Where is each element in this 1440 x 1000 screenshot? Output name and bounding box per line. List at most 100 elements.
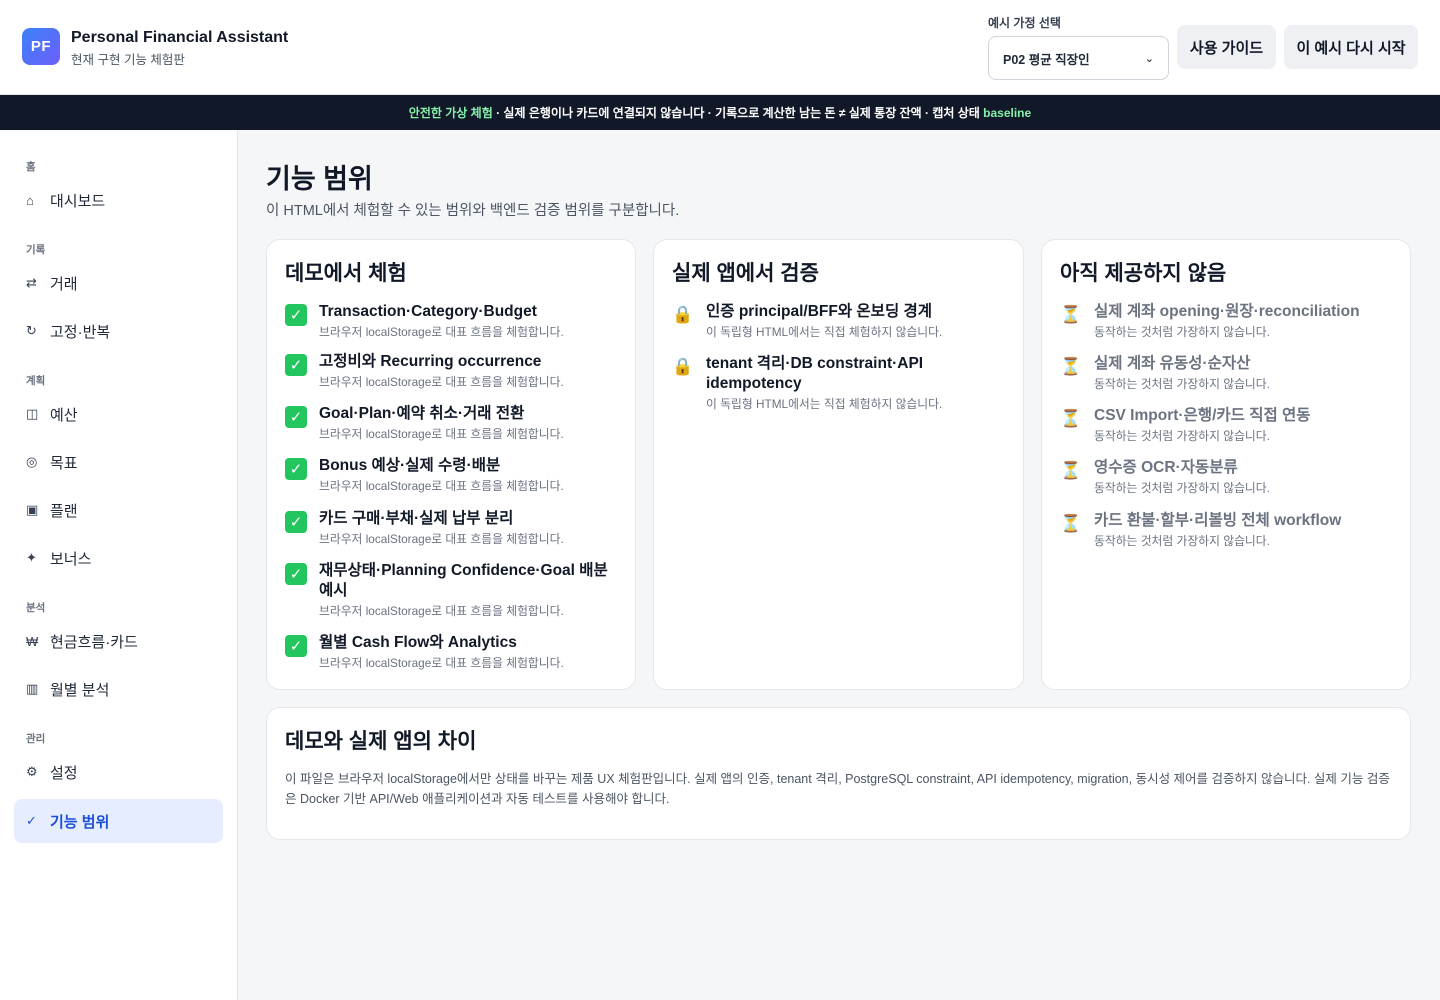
card-title: 데모에서 체험 xyxy=(285,262,407,285)
chevron-down-icon: ⌄ xyxy=(1144,52,1154,65)
app-logo: PF xyxy=(22,28,60,65)
guide-button[interactable]: 사용 가이드 xyxy=(1177,25,1276,69)
hourglass-icon: ⏳ xyxy=(1060,305,1082,324)
sidebar-item-label: 거래 xyxy=(50,275,78,293)
sidebar-item-goals[interactable]: ◎ 목표 xyxy=(14,440,223,484)
bar-chart-icon: ▥ xyxy=(26,681,39,696)
feature-title: 월별 Cash Flow와 Analytics xyxy=(319,634,517,651)
list-item: ✓ 고정비와 Recurring occurrence 브라우저 localSt… xyxy=(285,352,617,390)
sidebar-item-label: 예산 xyxy=(50,406,78,424)
diff-description: 이 파일은 브라우저 localStorage에서만 상태를 바꾸는 제품 UX… xyxy=(285,772,1390,806)
sidebar-item-budget[interactable]: ◫ 예산 xyxy=(14,392,223,436)
real-app-scope-card: 실제 앱에서 검증 🔒 인증 principal/BFF와 온보딩 경계 이 독… xyxy=(653,239,1024,690)
feature-title: tenant 격리·DB constraint·API idempotency xyxy=(706,355,924,392)
sidebar-item-recurring[interactable]: ↻ 고정·반복 xyxy=(14,309,223,353)
sidebar-item-monthly-analysis[interactable]: ▥ 월별 분석 xyxy=(14,667,223,711)
demo-scope-card: 데모에서 체험 ✓ Transaction·Category·Budget 브라… xyxy=(266,239,636,690)
sparkle-icon: ✦ xyxy=(26,550,37,565)
won-icon: ₩ xyxy=(26,633,39,649)
sidebar-item-label: 플랜 xyxy=(50,502,78,520)
feature-description: 브라우저 localStorage로 대표 흐름을 체험합니다. xyxy=(319,375,564,389)
feature-title: 실제 계좌 유동성·순자산 xyxy=(1094,355,1251,372)
hourglass-icon: ⏳ xyxy=(1060,409,1082,428)
persona-label: 예시 가정 선택 xyxy=(988,16,1061,30)
check-mark-icon: ✓ xyxy=(285,406,307,428)
feature-title: Transaction·Category·Budget xyxy=(319,303,537,320)
list-item: ⏳ 카드 환불·할부·리볼빙 전체 workflow 동작하는 것처럼 가장하지… xyxy=(1060,511,1392,549)
repeat-icon: ↻ xyxy=(26,323,37,338)
sidebar-item-dashboard[interactable]: ⌂ 대시보드 xyxy=(14,178,223,222)
feature-title: 실제 계좌 opening·원장·reconciliation xyxy=(1094,303,1360,320)
card-title: 실제 앱에서 검증 xyxy=(672,262,819,285)
sidebar-item-label: 기능 범위 xyxy=(50,813,110,831)
feature-title: CSV Import·은행/카드 직접 연동 xyxy=(1094,407,1311,424)
feature-title: 재무상태·Planning Confidence·Goal 배분 예시 xyxy=(319,562,608,599)
sidebar-item-settings[interactable]: ⚙ 설정 xyxy=(14,750,223,794)
sidebar-item-label: 현금흐름·카드 xyxy=(50,633,138,651)
sidebar-item-label: 대시보드 xyxy=(50,192,106,210)
feature-description: 브라우저 localStorage로 대표 흐름을 체험합니다. xyxy=(319,427,564,441)
sidebar-item-feature-scope[interactable]: ✓ 기능 범위 xyxy=(14,799,223,843)
feature-title: Goal·Plan·예약 취소·거래 전환 xyxy=(319,405,525,422)
persona-select[interactable]: P02 평균 직장인 ⌄ xyxy=(988,36,1169,80)
gear-icon: ⚙ xyxy=(26,764,38,779)
page-description: 이 HTML에서 체험할 수 있는 범위와 백엔드 검증 범위를 구분합니다. xyxy=(266,203,680,219)
check-mark-icon: ✓ xyxy=(285,511,307,533)
top-bar: PF Personal Financial Assistant 현재 구현 기능… xyxy=(0,0,1440,95)
sidebar-item-cashflow-card[interactable]: ₩ 현금흐름·카드 xyxy=(14,619,223,663)
sidebar-section-home: 홈 xyxy=(26,161,36,173)
feature-description: 브라우저 localStorage로 대표 흐름을 체험합니다. xyxy=(319,656,564,670)
list-item: ⏳ 영수증 OCR·자동분류 동작하는 것처럼 가장하지 않습니다. xyxy=(1060,458,1392,496)
feature-description: 동작하는 것처럼 가장하지 않습니다. xyxy=(1094,377,1270,391)
card-title: 아직 제공하지 않음 xyxy=(1060,262,1227,285)
feature-description: 동작하는 것처럼 가장하지 않습니다. xyxy=(1094,325,1270,339)
plan-icon: ▣ xyxy=(26,502,39,517)
feature-description: 브라우저 localStorage로 대표 흐름을 체험합니다. xyxy=(319,325,564,339)
demo-vs-real-card: 데모와 실제 앱의 차이 이 파일은 브라우저 localStorage에서만 … xyxy=(266,707,1411,840)
sidebar-section-manage: 관리 xyxy=(26,733,46,745)
sidebar-section-records: 기록 xyxy=(26,244,46,256)
budget-icon: ◫ xyxy=(26,406,39,421)
sidebar-item-plans[interactable]: ▣ 플랜 xyxy=(14,488,223,532)
lock-icon: 🔒 xyxy=(672,357,694,376)
sidebar-item-label: 보너스 xyxy=(50,550,92,568)
list-item: ✓ Transaction·Category·Budget 브라우저 local… xyxy=(285,302,617,340)
feature-description: 동작하는 것처럼 가장하지 않습니다. xyxy=(1094,534,1270,548)
check-mark-icon: ✓ xyxy=(285,635,307,657)
feature-description: 동작하는 것처럼 가장하지 않습니다. xyxy=(1094,481,1270,495)
hourglass-icon: ⏳ xyxy=(1060,514,1082,533)
feature-description: 브라우저 localStorage로 대표 흐름을 체험합니다. xyxy=(319,479,564,493)
hourglass-icon: ⏳ xyxy=(1060,461,1082,480)
card-title: 데모와 실제 앱의 차이 xyxy=(285,730,477,753)
list-item: ⏳ 실제 계좌 opening·원장·reconciliation 동작하는 것… xyxy=(1060,302,1392,340)
check-mark-icon: ✓ xyxy=(285,354,307,376)
check-icon: ✓ xyxy=(26,813,37,828)
sidebar-section-analysis: 분석 xyxy=(26,602,46,614)
sidebar-item-label: 고정·반복 xyxy=(50,323,111,341)
list-item: 🔒 인증 principal/BFF와 온보딩 경계 이 독립형 HTML에서는… xyxy=(672,302,1005,340)
sidebar-item-bonus[interactable]: ✦ 보너스 xyxy=(14,536,223,580)
list-item: ✓ Bonus 예상·실제 수령·배분 브라우저 localStorage로 대… xyxy=(285,456,617,494)
hourglass-icon: ⏳ xyxy=(1060,357,1082,376)
feature-title: 인증 principal/BFF와 온보딩 경계 xyxy=(706,303,933,320)
list-item: ⏳ CSV Import·은행/카드 직접 연동 동작하는 것처럼 가장하지 않… xyxy=(1060,406,1392,444)
banner-state: baseline xyxy=(983,105,1032,120)
sidebar-item-label: 월별 분석 xyxy=(50,681,110,699)
feature-description: 브라우저 localStorage로 대표 흐름을 체험합니다. xyxy=(319,532,564,546)
check-mark-icon: ✓ xyxy=(285,563,307,585)
sidebar-item-label: 목표 xyxy=(50,454,78,472)
target-icon: ◎ xyxy=(26,454,38,469)
list-item: ✓ 카드 구매·부채·실제 납부 분리 브라우저 localStorage로 대… xyxy=(285,509,617,547)
feature-title: 고정비와 Recurring occurrence xyxy=(319,353,542,370)
sidebar-item-transactions[interactable]: ⇄ 거래 xyxy=(14,261,223,305)
not-provided-card: 아직 제공하지 않음 ⏳ 실제 계좌 opening·원장·reconcilia… xyxy=(1041,239,1411,690)
sidebar-section-planning: 계획 xyxy=(26,375,46,387)
feature-title: Bonus 예상·실제 수령·배분 xyxy=(319,457,501,474)
lock-icon: 🔒 xyxy=(672,305,694,324)
list-item: 🔒 tenant 격리·DB constraint·API idempotenc… xyxy=(672,354,1005,412)
banner-text: · 실제 은행이나 카드에 연결되지 않습니다 · 기록으로 계산한 남는 돈 … xyxy=(492,106,984,120)
sidebar-item-label: 설정 xyxy=(50,764,78,782)
restart-button[interactable]: 이 예시 다시 시작 xyxy=(1284,25,1418,69)
app-title: Personal Financial Assistant xyxy=(71,29,289,46)
list-item: ✓ 월별 Cash Flow와 Analytics 브라우저 localStor… xyxy=(285,633,617,671)
